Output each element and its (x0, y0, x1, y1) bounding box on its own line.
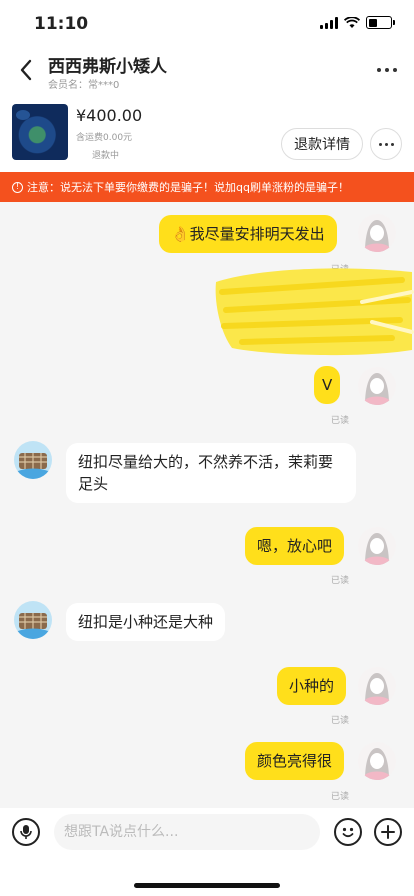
chat-header: 西西弗斯小矮人 会员名：常***0 (0, 48, 414, 96)
signal-icon (320, 16, 338, 29)
chevron-left-icon (20, 59, 32, 81)
avatar-self[interactable] (358, 214, 396, 252)
refund-details-button[interactable]: 退款详情 (281, 128, 363, 160)
read-receipt: 已读 (331, 576, 350, 586)
warning-text: 注意：说无法下单要你缴费的是骗子！说加qq刷单涨粉的是骗子！ (27, 181, 349, 194)
message-bubble-sent[interactable]: 嗯，放心吧 (245, 527, 345, 565)
back-button[interactable] (12, 56, 40, 84)
more-options-button[interactable] (374, 58, 400, 82)
read-receipt: 已读 (331, 792, 350, 802)
product-thumbnail[interactable] (12, 104, 68, 160)
more-dots-icon (378, 142, 382, 146)
message-bubble-received[interactable]: 纽扣尽量给大的，不然养不活，茉莉要足头 (66, 443, 356, 503)
avatar-self[interactable] (358, 742, 396, 780)
plus-icon (381, 825, 395, 839)
message-bubble-sent[interactable]: 小种的 (277, 667, 347, 705)
avatar-image (364, 373, 390, 405)
battery-icon (366, 16, 395, 29)
product-shipping: 含运费0.00元 (76, 133, 133, 143)
avatar-image (364, 748, 390, 780)
message-input[interactable] (54, 814, 320, 850)
avatar-image (364, 533, 390, 565)
avatar-image (14, 453, 52, 479)
status-time: 11:10 (34, 14, 89, 34)
warning-banner: ! 注意：说无法下单要你缴费的是骗子！说加qq刷单涨粉的是骗子！ (0, 172, 414, 202)
microphone-icon (20, 825, 32, 839)
product-price: ¥400.00 (76, 106, 143, 125)
avatar-image (364, 220, 390, 252)
message-bubble-received[interactable]: 纽扣是小种还是大种 (66, 603, 226, 641)
avatar-self[interactable] (358, 667, 396, 705)
info-circle-icon: ! (12, 181, 23, 193)
read-receipt: 已读 (331, 716, 350, 726)
product-card[interactable]: ¥400.00 含运费0.00元 退款中 退款详情 (0, 96, 414, 172)
status-icons (320, 16, 395, 29)
avatar-contact[interactable] (14, 441, 52, 479)
more-dots-icon (377, 68, 381, 72)
avatar-self[interactable] (358, 527, 396, 565)
avatar-image (14, 613, 52, 639)
avatar-self[interactable] (358, 367, 396, 405)
refund-status: 退款中 (92, 151, 120, 161)
status-bar: 11:10 (0, 0, 414, 48)
message-bubble-sent[interactable]: 颜色亮得很 (245, 742, 345, 780)
message-bubble-sent[interactable]: V (314, 366, 341, 404)
emoji-icon (342, 827, 354, 838)
member-label: 会员名：常***0 (48, 80, 120, 91)
wifi-icon (344, 16, 360, 28)
voice-button[interactable] (12, 818, 40, 846)
chat-title: 西西弗斯小矮人 (48, 57, 167, 77)
emoji-button[interactable] (334, 818, 362, 846)
home-indicator[interactable] (134, 883, 280, 888)
product-more-button[interactable] (370, 128, 402, 160)
avatar-image (364, 673, 390, 705)
avatar-contact[interactable] (14, 601, 52, 639)
read-receipt: 已读 (331, 416, 350, 426)
message-bubble-sent[interactable]: 👌我尽量安排明天发出 (159, 215, 337, 253)
more-actions-button[interactable] (374, 818, 402, 846)
redacted-image-message[interactable] (212, 262, 414, 358)
